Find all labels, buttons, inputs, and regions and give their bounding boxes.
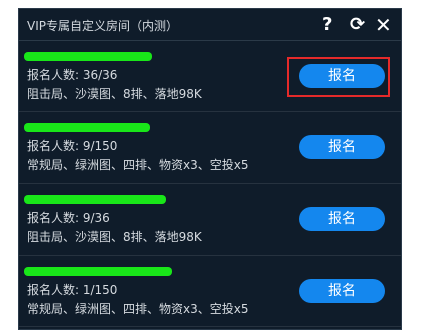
signup-count: 报名人数: 1/150: [27, 283, 118, 297]
room-item: 报名人数: 9/36 阻击局、沙漠图、8排、落地98K 报名: [19, 184, 401, 256]
signup-button[interactable]: 报名: [299, 64, 385, 88]
redacted-room-id: [24, 123, 150, 132]
signup-button[interactable]: 报名: [299, 135, 385, 159]
panel-header: VIP专属自定义房间（内测） ? ⟳ ✕: [19, 9, 401, 41]
help-icon[interactable]: ?: [322, 15, 332, 35]
room-list: 报名人数: 36/36 阻击局、沙漠图、8排、落地98K 报名 报名人数: 9/…: [19, 41, 401, 327]
refresh-icon[interactable]: ⟳: [350, 15, 365, 35]
custom-room-panel: VIP专属自定义房间（内测） ? ⟳ ✕ 报名人数: 36/36 阻击局、沙漠图…: [18, 8, 402, 330]
redacted-room-id: [24, 267, 172, 276]
room-mode: 阻击局、沙漠图、8排、落地98K: [27, 230, 202, 244]
signup-button[interactable]: 报名: [299, 279, 385, 303]
signup-button[interactable]: 报名: [299, 207, 385, 231]
redacted-room-id: [24, 195, 166, 204]
signup-count: 报名人数: 36/36: [27, 68, 118, 82]
signup-count: 报名人数: 9/150: [27, 139, 118, 153]
redacted-room-id: [24, 52, 152, 61]
room-item: 报名人数: 9/150 常规局、绿洲图、四排、物资x3、空投x5 报名: [19, 112, 401, 184]
room-item: 报名人数: 1/150 常规局、绿洲图、四排、物资x3、空投x5 报名: [19, 256, 401, 327]
room-mode: 常规局、绿洲图、四排、物资x3、空投x5: [27, 158, 249, 172]
panel-title: VIP专属自定义房间（内测）: [27, 19, 178, 33]
signup-count: 报名人数: 9/36: [27, 211, 110, 225]
room-mode: 常规局、绿洲图、四排、物资x3、空投x5: [27, 302, 249, 316]
room-mode: 阻击局、沙漠图、8排、落地98K: [27, 87, 202, 101]
room-item: 报名人数: 36/36 阻击局、沙漠图、8排、落地98K 报名: [19, 41, 401, 112]
close-icon[interactable]: ✕: [375, 15, 392, 35]
